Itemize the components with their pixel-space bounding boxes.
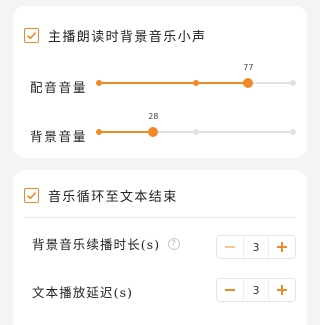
slider-tick <box>290 80 296 86</box>
slider-thumb[interactable] <box>148 127 159 137</box>
dubbing-volume-slider[interactable]: 77 <box>96 63 296 98</box>
divider <box>24 217 296 218</box>
anchor-reading-card: 主播朗读时背景音乐小声 配音音量 77 背景音量 28 <box>13 6 307 158</box>
plus-icon <box>277 242 287 252</box>
bgm-duration-value[interactable]: 3 <box>243 236 269 258</box>
slider-tick <box>290 129 296 135</box>
minus-icon <box>225 246 235 248</box>
bgm-duration-row: 背景音乐续播时长(s) ? <box>32 234 181 253</box>
playback-delay-stepper: 3 <box>216 278 296 302</box>
dubbing-volume-label: 配音音量 <box>30 80 88 95</box>
slider-tick <box>193 129 199 135</box>
slider-value: 77 <box>243 63 254 72</box>
bgm-duration-label: 背景音乐续播时长(s) <box>32 237 161 252</box>
music-loop-label: 音乐循环至文本结束 <box>48 190 178 205</box>
checkbox-checked-icon[interactable] <box>24 28 39 43</box>
bgm-volume-label: 背景音量 <box>30 129 88 144</box>
help-icon[interactable]: ? <box>168 237 181 250</box>
bgm-volume-slider[interactable]: 28 <box>96 112 296 147</box>
plus-icon <box>277 285 287 295</box>
music-loop-card: 音乐循环至文本结束 背景音乐续播时长(s) ? 3 文本播放延迟(s) 3 <box>13 170 307 325</box>
playback-delay-label: 文本播放延迟(s) <box>32 285 134 300</box>
increment-button[interactable] <box>269 236 295 258</box>
playback-delay-value[interactable]: 3 <box>243 279 269 301</box>
slider-thumb[interactable] <box>243 78 254 88</box>
decrement-button[interactable] <box>217 236 243 258</box>
checkbox-checked-icon[interactable] <box>24 188 39 203</box>
decrement-button[interactable] <box>217 279 243 301</box>
increment-button[interactable] <box>269 279 295 301</box>
slider-value: 28 <box>148 112 159 121</box>
slider-fill <box>99 82 249 84</box>
slider-fill <box>99 131 154 133</box>
slider-tick <box>193 80 199 86</box>
slider-tick <box>96 80 102 86</box>
minus-icon <box>225 289 235 291</box>
music-loop-toggle[interactable]: 音乐循环至文本结束 <box>24 186 178 205</box>
anchor-reading-label: 主播朗读时背景音乐小声 <box>48 30 207 45</box>
bgm-duration-stepper: 3 <box>216 235 296 259</box>
playback-delay-row: 文本播放延迟(s) <box>32 282 133 301</box>
slider-tick <box>96 129 102 135</box>
anchor-reading-toggle[interactable]: 主播朗读时背景音乐小声 <box>24 26 206 45</box>
